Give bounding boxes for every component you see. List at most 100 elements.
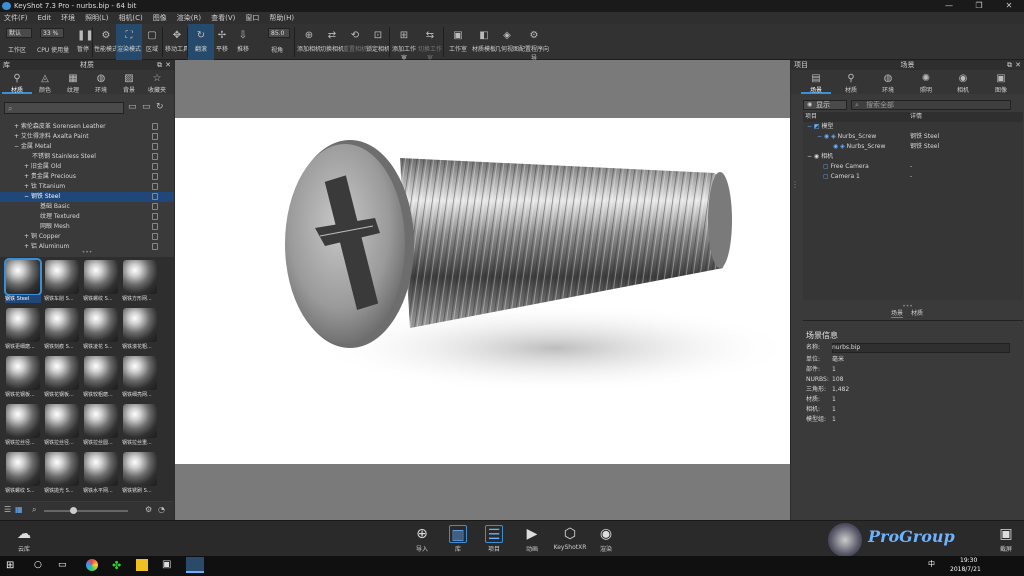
- menu-lighting[interactable]: 照明(L): [85, 12, 108, 24]
- material-thumbnail[interactable]: 钢铁拉丝径...: [5, 403, 41, 447]
- material-thumbnail[interactable]: 钢铁较粗磨...: [83, 355, 119, 399]
- menu-file[interactable]: 文件(F): [4, 12, 28, 24]
- tree-item[interactable]: − 金属 Metal: [0, 142, 174, 152]
- material-thumbnail[interactable]: 钢铁花钢板...: [44, 355, 80, 399]
- cpu-usage-input[interactable]: 33 %: [40, 28, 64, 38]
- slider-handle[interactable]: [70, 507, 77, 514]
- material-thumbnail[interactable]: 钢铁细亮网...: [122, 355, 158, 399]
- scene-tree-item[interactable]: − ◩ 模型: [803, 122, 1023, 132]
- material-thumbnail[interactable]: 钢铁螺纹 S...: [5, 451, 41, 495]
- keyshotxr-button[interactable]: ⬡ KeyShotXR: [550, 523, 590, 555]
- tree-item[interactable]: 不锈钢 Stainless Steel: [0, 152, 174, 162]
- tree-item[interactable]: + 贵金属 Precious: [0, 172, 174, 182]
- project-button[interactable]: ☰ 项目: [476, 523, 512, 555]
- minimize-button[interactable]: —: [934, 0, 964, 12]
- field-of-view-input[interactable]: 85.0: [268, 28, 290, 38]
- tab-textures[interactable]: ▦ 纹理: [58, 70, 88, 94]
- render-button[interactable]: ◉ 渲染: [588, 523, 624, 555]
- screenshot-button[interactable]: ▣ 截屏: [988, 523, 1024, 555]
- tree-item[interactable]: + 索伦森皮革 Sorensen Leather: [0, 122, 174, 132]
- refresh-icon[interactable]: ↻: [156, 102, 164, 112]
- grid-view-icon[interactable]: ▦: [15, 505, 23, 514]
- material-thumbnail[interactable]: 钢铁水平网...: [83, 451, 119, 495]
- add-studio-button[interactable]: ⊞ 添加工作室: [391, 24, 417, 62]
- tab-materials[interactable]: ⚲ 材质: [2, 70, 32, 94]
- render-viewport[interactable]: [175, 60, 795, 520]
- cloud-sync-icon[interactable]: ◔: [158, 505, 165, 514]
- clover-icon[interactable]: ✤: [112, 559, 121, 572]
- menu-image[interactable]: 图像: [153, 12, 167, 24]
- material-thumbnail[interactable]: 钢铁更细磨...: [5, 307, 41, 351]
- new-folder-icon[interactable]: ▭: [142, 102, 151, 112]
- input-method-icon[interactable]: 中: [928, 559, 935, 569]
- material-thumbnail[interactable]: 钢铁凌花 S...: [83, 307, 119, 351]
- windows-start-icon[interactable]: ⊞: [6, 560, 14, 571]
- material-thumbnail[interactable]: 钢铁 Steel: [4, 258, 42, 303]
- close-button[interactable]: ✕: [994, 0, 1024, 12]
- configurator-wizard-button[interactable]: ⚙ 配置程序向导: [518, 24, 550, 62]
- material-thumbnail[interactable]: 钢铁拋光 S...: [44, 451, 80, 495]
- menu-help[interactable]: 帮助(H): [269, 12, 294, 24]
- tree-item[interactable]: 网眼 Mesh: [0, 222, 174, 232]
- thumbnail-size-slider[interactable]: [44, 510, 128, 512]
- scene-tree-item[interactable]: ▢ Camera 1 -: [803, 172, 1023, 182]
- subtab-material[interactable]: 材质: [911, 309, 923, 319]
- tab-scene[interactable]: ▤ 场景: [801, 70, 831, 94]
- close-icon[interactable]: ✕: [165, 60, 171, 70]
- tab-image[interactable]: ▣ 图像: [986, 70, 1016, 94]
- material-thumbnail[interactable]: 钢铁花钢板...: [5, 355, 41, 399]
- library-button[interactable]: ▥ 库: [440, 523, 476, 555]
- material-thumbnail[interactable]: 钢铁锈刷 S...: [122, 451, 158, 495]
- tab-lighting[interactable]: ✺ 照明: [911, 70, 941, 94]
- cloud-library-button[interactable]: ☁ 云库: [6, 523, 42, 555]
- library-search-input[interactable]: ⌕: [4, 102, 124, 114]
- scene-search-input[interactable]: ⌕ 搜索全部: [851, 100, 1011, 110]
- tree-item[interactable]: + 钛 Titanium: [0, 182, 174, 192]
- tree-item-selected[interactable]: − 钢铁 Steel: [0, 192, 174, 202]
- scene-tree-item[interactable]: − ◉ ◈ Nurbs_Screw 钢铁 Steel: [803, 132, 1023, 142]
- material-thumbnail[interactable]: 钢铁螺纹 S...: [83, 259, 119, 303]
- material-thumbnail[interactable]: 钢铁拉丝重...: [122, 403, 158, 447]
- keyshot-taskbar-icon[interactable]: [186, 557, 204, 573]
- folder-icon[interactable]: ▭: [128, 102, 137, 112]
- animation-button[interactable]: ▶ 动画: [514, 523, 550, 555]
- menu-environment[interactable]: 环境: [61, 12, 75, 24]
- chrome-icon[interactable]: [86, 559, 98, 571]
- tree-item[interactable]: + 艾仕得涂料 Axalta Paint: [0, 132, 174, 142]
- menu-edit[interactable]: Edit: [38, 12, 52, 24]
- material-thumbnail[interactable]: 钢铁车削 S...: [44, 259, 80, 303]
- tree-item[interactable]: 纹理 Textured: [0, 212, 174, 222]
- tree-item[interactable]: + 旧金属 Old: [0, 162, 174, 172]
- tab-environment[interactable]: ◍ 环境: [873, 70, 903, 94]
- undock-icon[interactable]: ⧉: [1007, 60, 1012, 70]
- subtab-scene[interactable]: 场景: [891, 309, 904, 319]
- close-icon[interactable]: ✕: [1015, 60, 1021, 70]
- geometry-view-button[interactable]: ◈ 几何视图: [494, 24, 520, 60]
- undock-icon[interactable]: ⧉: [157, 60, 162, 70]
- lock-camera-button[interactable]: ⊡ 锁定相机: [365, 24, 391, 60]
- workspace-select[interactable]: 默认: [6, 28, 32, 38]
- studio-button[interactable]: ▣ 工作室: [445, 24, 471, 60]
- menu-render[interactable]: 渲染(R): [177, 12, 201, 24]
- tab-favorites[interactable]: ☆ 收藏夹: [142, 70, 172, 94]
- material-thumbnail[interactable]: 钢铁拉丝圆...: [83, 403, 119, 447]
- tab-environments[interactable]: ◍ 环境: [86, 70, 116, 94]
- dolly-button[interactable]: ⇩ 推移: [230, 24, 256, 60]
- show-filter-dropdown[interactable]: ◉ 显示: [803, 100, 847, 110]
- app-window-icon[interactable]: ▣: [162, 559, 171, 570]
- tab-backplates[interactable]: ▨ 背景: [114, 70, 144, 94]
- search-icon[interactable]: ○: [34, 560, 42, 570]
- material-thumbnail[interactable]: 钢铁方形网...: [122, 259, 158, 303]
- menu-view[interactable]: 查看(V): [211, 12, 235, 24]
- import-button[interactable]: ⊕ 导入: [404, 523, 440, 555]
- material-thumbnail[interactable]: 钢铁拉丝径...: [44, 403, 80, 447]
- scene-tree-item[interactable]: − ◉ 相机: [803, 152, 1023, 162]
- scene-tree-item[interactable]: ▢ Free Camera -: [803, 162, 1023, 172]
- scene-tree-item[interactable]: ◉ ◈ Nurbs_Screw 钢铁 Steel: [803, 142, 1023, 152]
- material-thumbnail[interactable]: 钢铁滚花粗...: [122, 307, 158, 351]
- splitter-handle[interactable]: •••: [0, 250, 174, 256]
- splitter-handle[interactable]: •••: [791, 304, 1024, 310]
- tab-materials[interactable]: ⚲ 材质: [836, 70, 866, 94]
- tree-item[interactable]: + 铜 Copper: [0, 232, 174, 242]
- panel-collapse-handle[interactable]: ⋮: [791, 180, 799, 220]
